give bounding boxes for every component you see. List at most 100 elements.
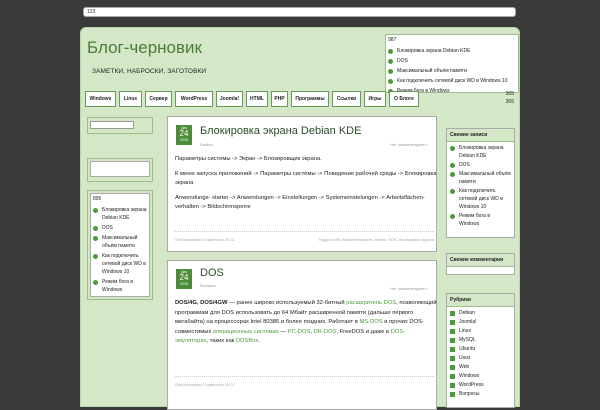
category-item[interactable]: Uooz [450, 354, 511, 362]
folder-icon [450, 383, 455, 388]
post-tags[interactable]: Tagged with: Bildschirmsperre, debian, K… [319, 237, 434, 242]
category-item[interactable]: Debian [450, 309, 511, 317]
list-item[interactable]: Максимальный объём памяти [450, 170, 511, 186]
bullet-icon [93, 254, 98, 259]
post-footer: Опубликовано Странник в 19:37 [175, 376, 437, 387]
nav-counter-2: 365 [505, 99, 514, 105]
widget-heading: Свежие записи [447, 129, 514, 142]
category-item[interactable]: Joomla! [450, 318, 511, 326]
category-item[interactable]: Linux [450, 327, 511, 335]
main-nav: Windows Linux Сервер WordPress Joomla! H… [85, 89, 518, 109]
right-comments-widget: Свежие комментарии [446, 253, 515, 275]
bullet-icon [450, 146, 455, 151]
post-link[interactable]: MS-DOS [359, 319, 382, 325]
list-item[interactable]: Как подключить сетевой диск WD в Windows… [450, 187, 511, 211]
post-body: Параметры системы -> Экран -> Блокировщи… [175, 156, 437, 210]
nav-item-linux[interactable]: Linux [119, 91, 142, 107]
nav-item-links[interactable]: Ссылки [332, 91, 361, 107]
nav-item-programs[interactable]: Программы [291, 91, 329, 107]
left-search-box [87, 117, 153, 134]
folder-icon [450, 320, 455, 325]
bullet-icon [450, 163, 455, 168]
post-comments-link[interactable]: Нет комментариев » [390, 142, 428, 147]
post-card: Дек 24 2018 Блокировка экрана Debian KDE… [167, 116, 437, 252]
bullet-icon [450, 189, 455, 194]
bullet-icon [388, 78, 393, 84]
site-wrapper: Блог-черновик ЗАМЕТКИ, НАБРОСКИ, ЗАГОТОВ… [80, 27, 520, 410]
top-search-input[interactable]: 123 [83, 7, 516, 17]
post-category[interactable]: Debian [200, 142, 213, 147]
bullet-icon [450, 172, 455, 177]
list-item[interactable]: Как подключить сетевой диск WD в Windows… [93, 252, 149, 276]
folder-icon [450, 356, 455, 361]
folder-icon [450, 338, 455, 343]
list-item[interactable]: Блокировка экрана Debian KDE [450, 144, 511, 160]
post-category[interactable]: Всячина [200, 283, 216, 288]
nav-item-windows[interactable]: Windows [85, 91, 116, 107]
nav-item-server[interactable]: Сервер [145, 91, 172, 107]
left-search-input[interactable] [90, 121, 134, 129]
left-recent-widget: 895 Блокировка экрана Debian KDE DOS Мак… [87, 190, 153, 300]
header-counter: 987 [388, 37, 397, 43]
category-item[interactable]: Вопросы [450, 390, 511, 398]
list-item[interactable]: DOS [93, 224, 149, 232]
header-recent-posts: 987 Блокировка экрана Debian KDE DOS Мак… [385, 34, 519, 94]
folder-icon [450, 329, 455, 334]
widget-heading: Свежие комментарии [447, 254, 514, 267]
post-link[interactable]: PC-DOS [288, 329, 311, 335]
post-link[interactable]: операционных системах [213, 329, 279, 335]
nav-item-php[interactable]: PHP [271, 91, 288, 107]
bullet-icon [388, 68, 393, 74]
category-item[interactable]: Web [450, 363, 511, 371]
list-item[interactable]: Блокировка экрана Debian KDE [93, 206, 149, 222]
site-title[interactable]: Блог-черновик [87, 38, 202, 58]
list-item[interactable]: Режим бога в Windows [93, 278, 149, 294]
nav-counter-1: 365 [505, 91, 514, 97]
post-comments-link[interactable]: Нет комментариев » [390, 286, 428, 291]
list-item[interactable]: Как подключить сетевой диск WD в Windows… [388, 76, 508, 86]
list-item[interactable]: Режим бога в Windows [450, 212, 511, 228]
bullet-icon [93, 236, 98, 241]
list-item[interactable]: DOS [450, 161, 511, 169]
left-empty-widget [87, 158, 153, 182]
bullet-icon [388, 48, 393, 54]
post-link[interactable]: DR-DOS [314, 329, 337, 335]
post-date-badge: Дек 24 2018 [176, 125, 192, 145]
list-item[interactable]: DOS [388, 56, 508, 66]
post-link[interactable]: DOSBox [236, 338, 259, 344]
post-body: DOS/4G, DOS/4GW — ранее широко используе… [175, 300, 437, 344]
nav-item-html[interactable]: HTML [246, 91, 268, 107]
category-item[interactable]: WordPress [450, 381, 511, 389]
left-counter: 895 [93, 196, 102, 202]
category-item[interactable]: Ubuntu [450, 345, 511, 353]
post-footer: Опубликовано Странник в 20:31 Tagged wit… [175, 231, 437, 242]
widget-heading: Рубрики [447, 294, 514, 307]
post-title[interactable]: DOS [200, 267, 224, 279]
bullet-icon [388, 58, 393, 64]
post-title[interactable]: Блокировка экрана Debian KDE [200, 125, 361, 137]
category-item[interactable]: Windows [450, 372, 511, 380]
post-card: Дек 24 2018 DOS Нет комментариев » Всячи… [167, 260, 437, 410]
folder-icon [450, 311, 455, 316]
site-description: ЗАМЕТКИ, НАБРОСКИ, ЗАГОТОВКИ [92, 68, 207, 75]
folder-icon [450, 374, 455, 379]
list-item[interactable]: Максимальный объём памяти [388, 66, 508, 76]
right-categories-widget: Рубрики Debian Joomla! Linux MySQL Ubunt… [446, 293, 515, 408]
post-link[interactable]: расширитель DOS [346, 300, 396, 306]
bullet-icon [93, 208, 98, 213]
folder-icon [450, 365, 455, 370]
category-item[interactable]: MySQL [450, 336, 511, 344]
right-recent-widget: Свежие записи Блокировка экрана Debian K… [446, 128, 515, 238]
bullet-icon [93, 280, 98, 285]
folder-icon [450, 392, 455, 397]
list-item[interactable]: Блокировка экрана Debian KDE [388, 46, 508, 56]
nav-item-about[interactable]: О Блоге [389, 91, 419, 107]
nav-item-wordpress[interactable]: WordPress [175, 91, 213, 107]
bullet-icon [93, 226, 98, 231]
post-date-badge: Дек 24 2018 [176, 269, 192, 289]
nav-item-games[interactable]: Игры [364, 91, 386, 107]
bullet-icon [450, 214, 455, 219]
list-item[interactable]: Максимальный объём памяти [93, 234, 149, 250]
folder-icon [450, 347, 455, 352]
nav-item-joomla[interactable]: Joomla! [216, 91, 243, 107]
